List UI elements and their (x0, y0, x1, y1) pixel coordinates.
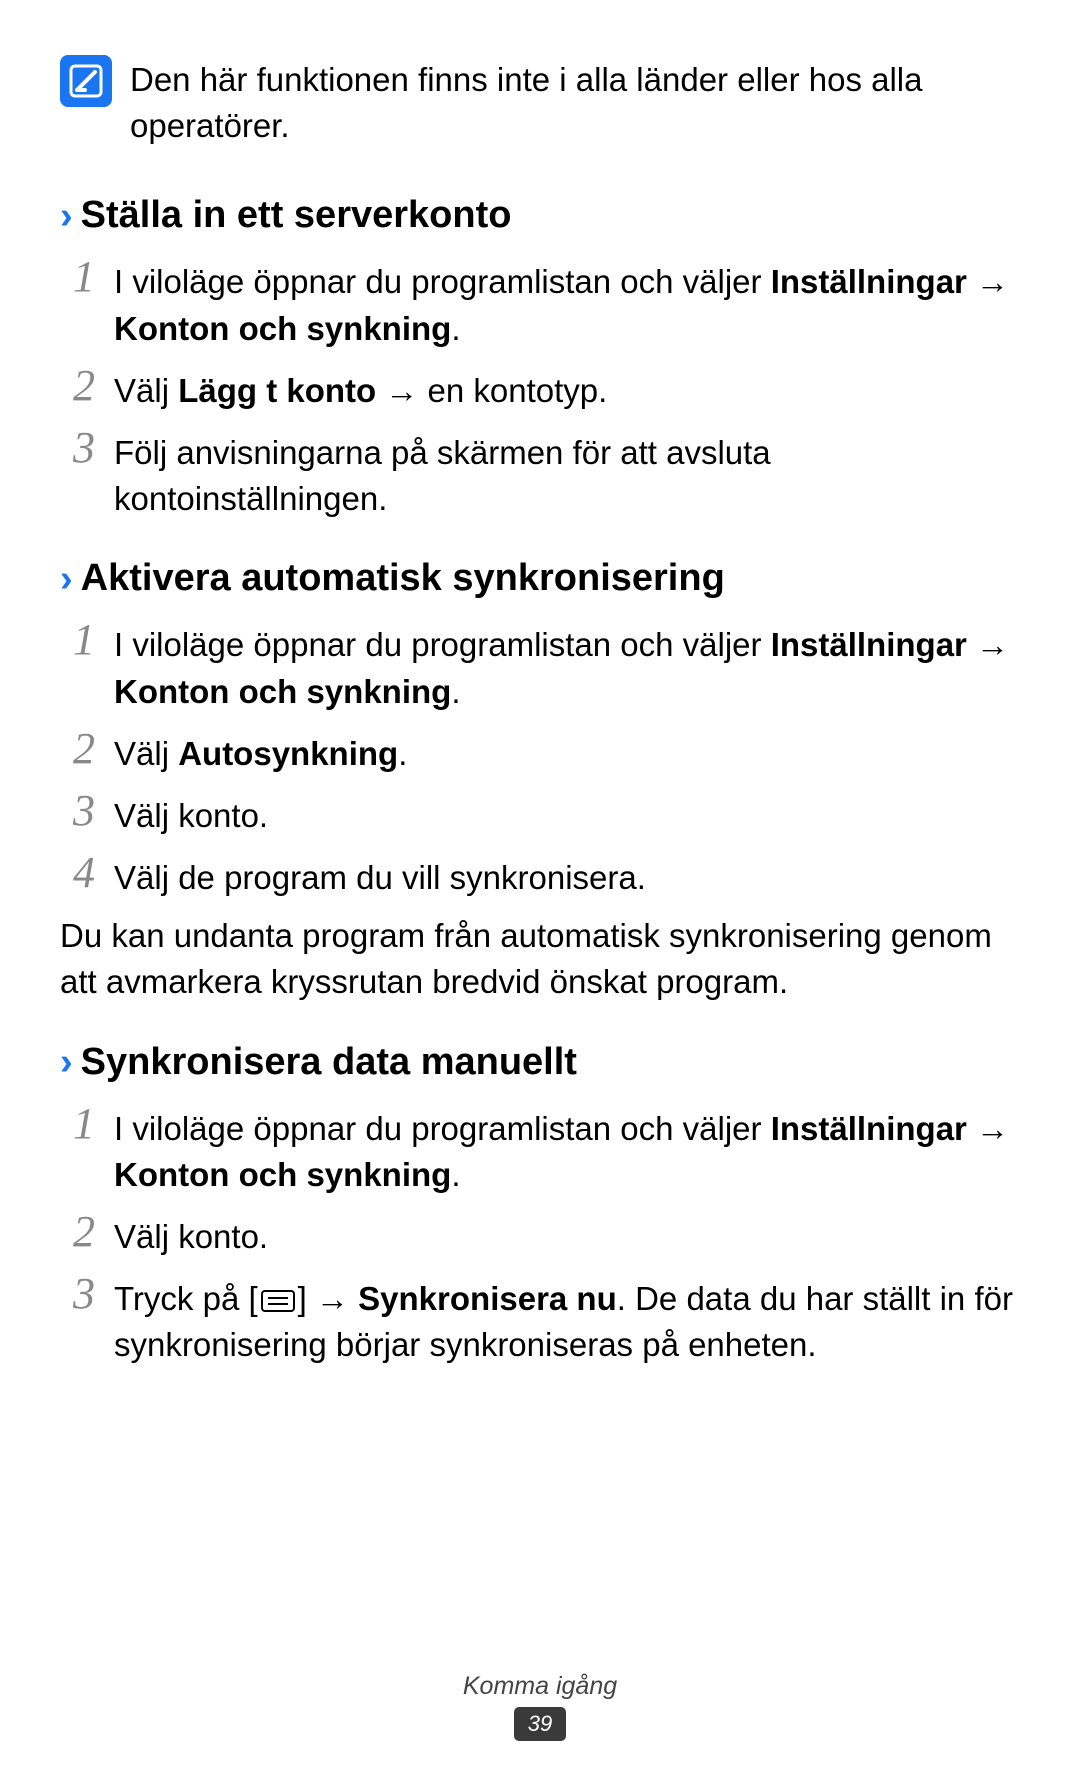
chevron-right-icon: › (60, 197, 73, 235)
step-number: 3 (68, 1272, 100, 1316)
step: 3 Tryck på [] → Synkronisera nu. De data … (68, 1272, 1020, 1368)
menu-icon (260, 1289, 296, 1313)
step: 1 I viloläge öppnar du programlistan och … (68, 255, 1020, 351)
step-text: Välj Lägg t konto → en kontotyp. (114, 364, 607, 414)
step-number: 3 (68, 789, 100, 833)
section-title: Aktivera automatisk synkronisering (81, 557, 725, 600)
step-number: 2 (68, 727, 100, 771)
note-block: Den här funktionen finns inte i alla län… (60, 55, 1020, 149)
footer-section-name: Komma igång (0, 1672, 1080, 1701)
page-number-badge: 39 (514, 1707, 566, 1741)
step: 4 Välj de program du vill synkronisera. (68, 851, 1020, 901)
step-text: Tryck på [] → Synkronisera nu. De data d… (114, 1272, 1020, 1368)
step: 2 Välj Lägg t konto → en kontotyp. (68, 364, 1020, 414)
step-number: 1 (68, 255, 100, 299)
chevron-right-icon: › (60, 1043, 73, 1081)
step-text: Välj konto. (114, 1210, 268, 1260)
step-text: Följ anvisningarna på skärmen för att av… (114, 426, 1020, 522)
section-title: Ställa in ett serverkonto (81, 194, 512, 237)
section-header: ›Ställa in ett serverkonto (60, 194, 1020, 237)
step-text: Välj de program du vill synkronisera. (114, 851, 646, 901)
section-header: ›Aktivera automatisk synkronisering (60, 557, 1020, 600)
step-text: Välj konto. (114, 789, 268, 839)
step-text: Välj Autosynkning. (114, 727, 407, 777)
section-header: ›Synkronisera data manuellt (60, 1041, 1020, 1084)
step-text: I viloläge öppnar du programlistan och v… (114, 618, 1020, 714)
chevron-right-icon: › (60, 560, 73, 598)
step-number: 4 (68, 851, 100, 895)
page-footer: Komma igång 39 (0, 1672, 1080, 1741)
step-number: 1 (68, 618, 100, 662)
step: 1 I viloläge öppnar du programlistan och … (68, 1102, 1020, 1198)
step: 1 I viloläge öppnar du programlistan och … (68, 618, 1020, 714)
section: ›Ställa in ett serverkonto 1 I viloläge öp… (60, 194, 1020, 522)
note-icon (60, 55, 112, 107)
step-number: 2 (68, 364, 100, 408)
step-text: I viloläge öppnar du programlistan och v… (114, 255, 1020, 351)
note-text: Den här funktionen finns inte i alla län… (130, 55, 1020, 149)
section: ›Synkronisera data manuellt 1 I viloläge ö… (60, 1041, 1020, 1369)
section-title: Synkronisera data manuellt (81, 1041, 577, 1084)
step: 2 Välj Autosynkning. (68, 727, 1020, 777)
step-text: I viloläge öppnar du programlistan och v… (114, 1102, 1020, 1198)
step-number: 3 (68, 426, 100, 470)
step: 3 Välj konto. (68, 789, 1020, 839)
step-number: 1 (68, 1102, 100, 1146)
step: 2 Välj konto. (68, 1210, 1020, 1260)
section: ›Aktivera automatisk synkronisering 1 I vi… (60, 557, 1020, 1005)
step: 3 Följ anvisningarna på skärmen för att a… (68, 426, 1020, 522)
section-note: Du kan undanta program från automatisk s… (60, 913, 1020, 1005)
step-number: 2 (68, 1210, 100, 1254)
